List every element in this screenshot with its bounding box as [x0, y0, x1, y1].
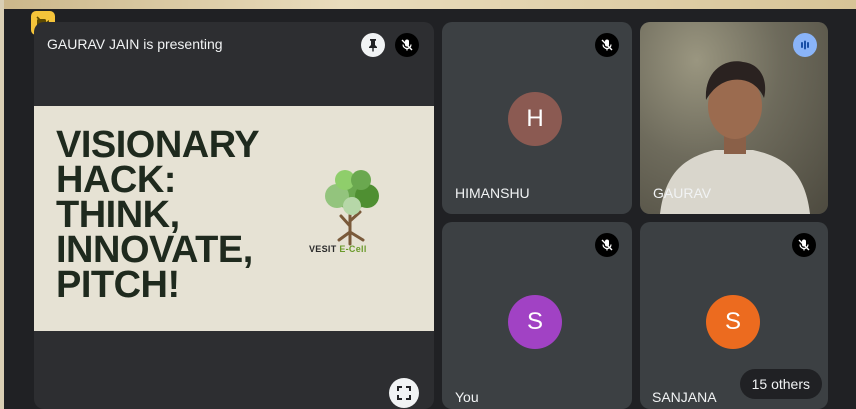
participant-name: GAURAV — [653, 185, 712, 201]
slide-title-line: VISIONARY — [56, 124, 260, 166]
participant-name: HIMANSHU — [455, 185, 530, 201]
mic-off-icon — [395, 33, 419, 57]
avatar: S — [706, 295, 760, 349]
slide-title: VISIONARY HACK: THINK, INNOVATE, PITCH! — [56, 124, 260, 306]
presenter-status-label: GAURAV JAIN is presenting — [47, 36, 223, 52]
left-window-edge — [0, 0, 4, 409]
slide-title-line: INNOVATE, — [56, 229, 253, 271]
presentation-tile[interactable]: GAURAV JAIN is presenting VISIONARY HACK… — [34, 22, 434, 409]
fullscreen-icon[interactable] — [389, 378, 419, 408]
pin-icon[interactable] — [361, 33, 385, 57]
slide-title-line: HACK: — [56, 159, 176, 201]
slide-title-line: THINK, — [56, 194, 180, 236]
participant-tile-gaurav[interactable]: GAURAV — [640, 22, 828, 214]
participant-tile-himanshu[interactable]: H HIMANSHU — [442, 22, 632, 214]
mic-off-icon — [595, 233, 619, 257]
logo-text-vesit: VESIT — [309, 244, 337, 254]
avatar: H — [508, 92, 562, 146]
shared-slide: VISIONARY HACK: THINK, INNOVATE, PITCH! … — [34, 106, 434, 331]
avatar: S — [508, 295, 562, 349]
ecell-logo: VESIT E-Cell — [309, 244, 367, 254]
mic-off-icon — [792, 233, 816, 257]
slide-title-line: PITCH! — [56, 264, 180, 306]
participant-tile-sanjana[interactable]: S SANJANA 15 others — [640, 222, 828, 409]
speaking-indicator-icon — [793, 33, 817, 57]
participant-name: SANJANA — [652, 389, 717, 405]
others-count-button[interactable]: 15 others — [739, 369, 822, 399]
participant-tile-you[interactable]: S You — [442, 222, 632, 409]
participant-name: You — [455, 389, 479, 405]
logo-text-ecell: E-Cell — [339, 244, 367, 254]
tree-logo-icon — [325, 170, 379, 246]
mic-off-icon — [595, 33, 619, 57]
top-window-strip — [0, 0, 856, 9]
